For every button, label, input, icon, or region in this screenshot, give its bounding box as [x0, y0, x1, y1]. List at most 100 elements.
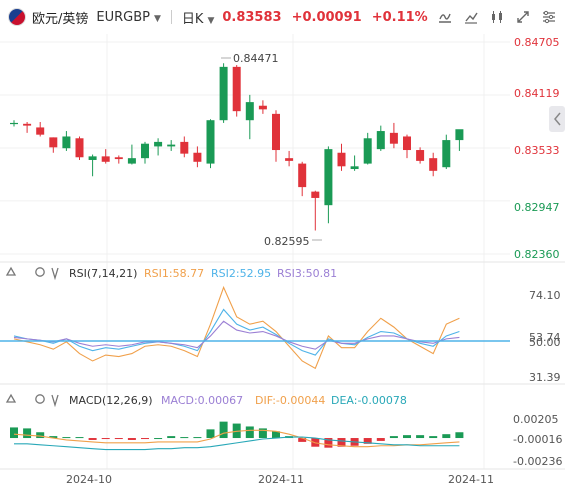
macd-bar: [193, 437, 202, 439]
y-tick: 0.82947: [514, 201, 560, 214]
candle-body: [350, 166, 359, 170]
candle-body: [193, 152, 202, 162]
macd-bar: [101, 438, 110, 440]
candle-body: [285, 158, 294, 161]
macd-bar: [376, 438, 385, 441]
chevron-down-icon[interactable]: [51, 267, 59, 281]
rsi2-value: RSI2:52.95: [211, 267, 271, 280]
candle-body: [88, 156, 97, 160]
candle-body: [180, 141, 189, 154]
candle-body: [10, 122, 18, 125]
x-axis: 2024-10 2024-11 2024-11: [66, 473, 494, 486]
macd-header: MACD(12,26,9) MACD:0.00067 DIF:-0.00044 …: [5, 393, 407, 408]
y-tick: 0.00205: [513, 413, 559, 426]
macd-bar: [455, 432, 464, 439]
macd-y-axis: 0.00205 -0.00016 -0.00236: [513, 413, 562, 468]
macd-bar: [389, 436, 398, 439]
candle-body: [114, 157, 123, 160]
macd-bar: [23, 428, 32, 439]
macd-bar: [62, 437, 71, 439]
candle-body: [272, 113, 280, 151]
candle-body: [416, 150, 425, 161]
macd-bar: [167, 436, 176, 439]
candle-body: [154, 141, 163, 147]
candle-body: [337, 152, 346, 167]
rsi3-line: [13, 320, 460, 350]
candle-body: [232, 66, 241, 112]
macd-bar: [403, 435, 411, 439]
candle-body: [245, 102, 254, 121]
y-tick: -0.00236: [513, 455, 562, 468]
macd-bar: [127, 438, 136, 440]
candle-body: [23, 123, 32, 126]
macd-bar: [75, 437, 84, 439]
macd-value: MACD:0.00067: [161, 394, 243, 407]
candle-body: [49, 137, 58, 148]
macd-bar: [442, 434, 451, 439]
rsi-title: RSI(7,14,21): [69, 267, 137, 280]
low-label: 0.82595: [264, 235, 310, 248]
dif-value: DIF:-0.00044: [255, 394, 325, 407]
candle-body: [455, 129, 464, 141]
macd-bar: [36, 432, 45, 439]
macd-bar: [114, 438, 123, 440]
macd-bar: [10, 427, 18, 439]
candle-body: [376, 131, 385, 150]
candle-body: [219, 66, 228, 121]
macd-bar: [154, 438, 163, 440]
candle-body: [62, 136, 71, 149]
expand-panel-button[interactable]: [549, 106, 565, 132]
candle-body: [311, 191, 320, 198]
dea-line: [14, 436, 460, 451]
macd-bar: [219, 421, 228, 439]
candle-body: [141, 143, 149, 159]
candle-body: [36, 127, 45, 135]
candle-body: [101, 156, 110, 162]
y-tick: 0.84705: [514, 36, 560, 49]
candle-body: [75, 138, 84, 158]
candlestick-series: [10, 63, 464, 231]
candle-body: [127, 158, 136, 164]
macd-title: MACD(12,26,9): [69, 394, 153, 407]
x-tick: 2024-11: [258, 473, 304, 486]
y-tick: 0.84119: [514, 87, 560, 100]
y-tick: 0.83533: [514, 144, 560, 157]
macd-bar: [141, 438, 149, 440]
y-tick: 31.39: [529, 371, 561, 384]
macd-bar: [416, 435, 425, 439]
candle-body: [324, 149, 333, 206]
y-tick: -0.00016: [513, 433, 562, 446]
chevron-down-icon[interactable]: [51, 394, 59, 408]
gear-icon[interactable]: [35, 267, 45, 277]
rsi1-value: RSI1:58.77: [144, 267, 204, 280]
rsi1-line: [13, 285, 460, 370]
rsi-series: [13, 285, 460, 370]
dea-value: DEA:-0.00078: [331, 394, 407, 407]
hide-indicator-icon[interactable]: [5, 393, 17, 403]
x-tick: 2024-11: [448, 473, 494, 486]
candle-body: [403, 136, 411, 151]
gear-icon[interactable]: [35, 394, 45, 404]
macd-bar: [245, 426, 254, 439]
rsi3-value: RSI3:50.81: [277, 267, 337, 280]
chart-canvas[interactable]: 0.84471 0.82595 0.84705 0.84119 0.83533 …: [0, 0, 565, 491]
y-tick: 0.82360: [514, 248, 560, 261]
candle-body: [389, 132, 398, 144]
y-tick: 50.00: [529, 336, 561, 349]
rsi-header: RSI(7,14,21) RSI1:58.77 RSI2:52.95 RSI3:…: [5, 266, 337, 281]
candle-body: [429, 158, 438, 171]
high-label: 0.84471: [233, 52, 279, 65]
rsi-y-axis: 74.10 53.74 50.00 31.39: [529, 289, 561, 384]
y-tick: 74.10: [529, 289, 561, 302]
macd-bar: [180, 437, 189, 439]
candle-body: [363, 138, 372, 164]
candle-body: [298, 163, 307, 188]
candle-body: [206, 120, 215, 164]
candle-body: [258, 105, 267, 110]
macd-bar: [429, 436, 438, 439]
candle-body: [442, 140, 451, 168]
hide-indicator-icon[interactable]: [5, 266, 17, 276]
macd-series: [10, 421, 464, 451]
candle-body: [167, 144, 176, 147]
x-tick: 2024-10: [66, 473, 112, 486]
